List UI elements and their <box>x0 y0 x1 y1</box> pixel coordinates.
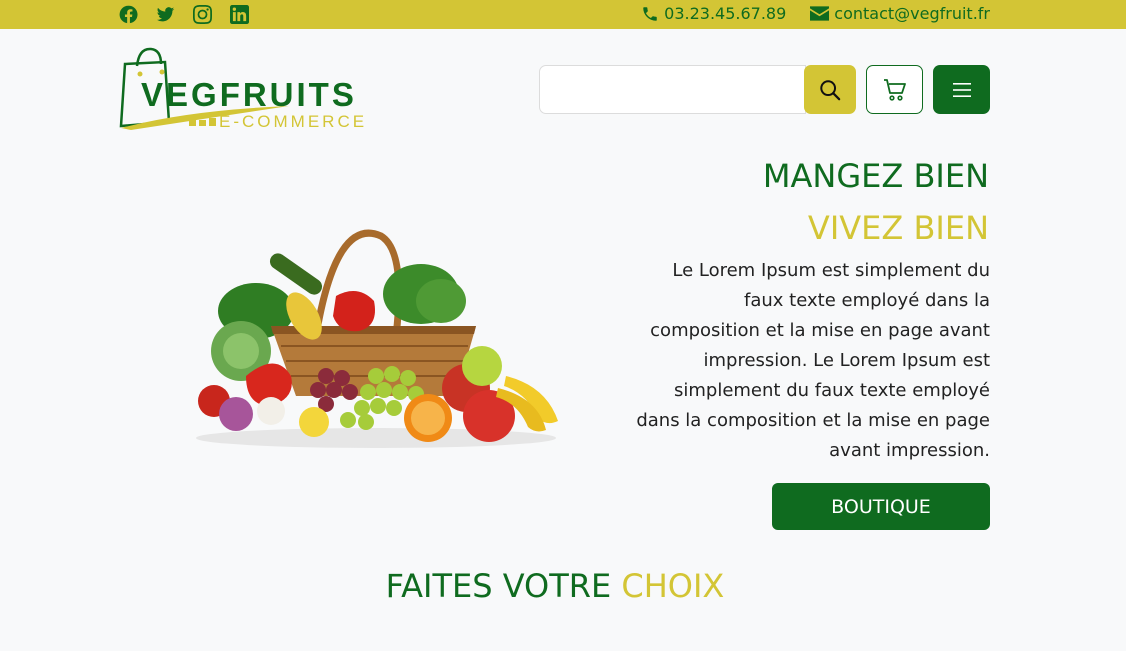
section-title-part2: CHOIX <box>621 567 725 605</box>
logo-tagline: E-COMMERCE <box>219 112 367 131</box>
hero-title-line2: VIVEZ BIEN <box>807 209 989 247</box>
linkedin-icon[interactable] <box>230 5 249 24</box>
logo-graphic: VEGFRUITS E-COMMERCE <box>119 47 367 131</box>
instagram-icon[interactable] <box>193 5 212 24</box>
boutique-button[interactable]: BOUTIQUE <box>772 483 990 530</box>
menu-button[interactable] <box>933 65 990 114</box>
email-link[interactable]: contact@vegfruit.fr <box>810 4 990 23</box>
twitter-icon[interactable] <box>156 5 175 24</box>
logo-brand: VEGFRUITS <box>141 76 357 113</box>
site-logo[interactable]: VEGFRUITS E-COMMERCE <box>119 46 374 132</box>
hero-image <box>186 226 566 454</box>
top-bar: 03.23.45.67.89 contact@vegfruit.fr <box>0 0 1126 29</box>
email-address: contact@vegfruit.fr <box>834 4 990 23</box>
envelope-icon <box>810 6 830 21</box>
hamburger-icon <box>952 82 971 97</box>
section-title-part1: FAITES VOTRE <box>385 567 612 605</box>
search-icon <box>820 79 841 100</box>
hero-description: Le Lorem Ipsum est simplement du faux te… <box>636 260 990 461</box>
phone-link[interactable]: 03.23.45.67.89 <box>641 4 786 23</box>
section-title: FAITES VOTRE CHOIX <box>0 567 1110 605</box>
cart-icon <box>883 78 906 101</box>
phone-icon <box>643 6 657 21</box>
social-links <box>119 5 267 24</box>
phone-number: 03.23.45.67.89 <box>664 4 787 23</box>
search-button[interactable] <box>804 65 856 114</box>
cart-button[interactable] <box>866 65 923 114</box>
facebook-icon[interactable] <box>119 5 138 24</box>
search-input[interactable] <box>539 65 806 114</box>
contact-info: 03.23.45.67.89 contact@vegfruit.fr <box>617 4 990 23</box>
basket-illustration <box>196 229 558 448</box>
hero-title-line1: MANGEZ BIEN <box>762 157 989 195</box>
